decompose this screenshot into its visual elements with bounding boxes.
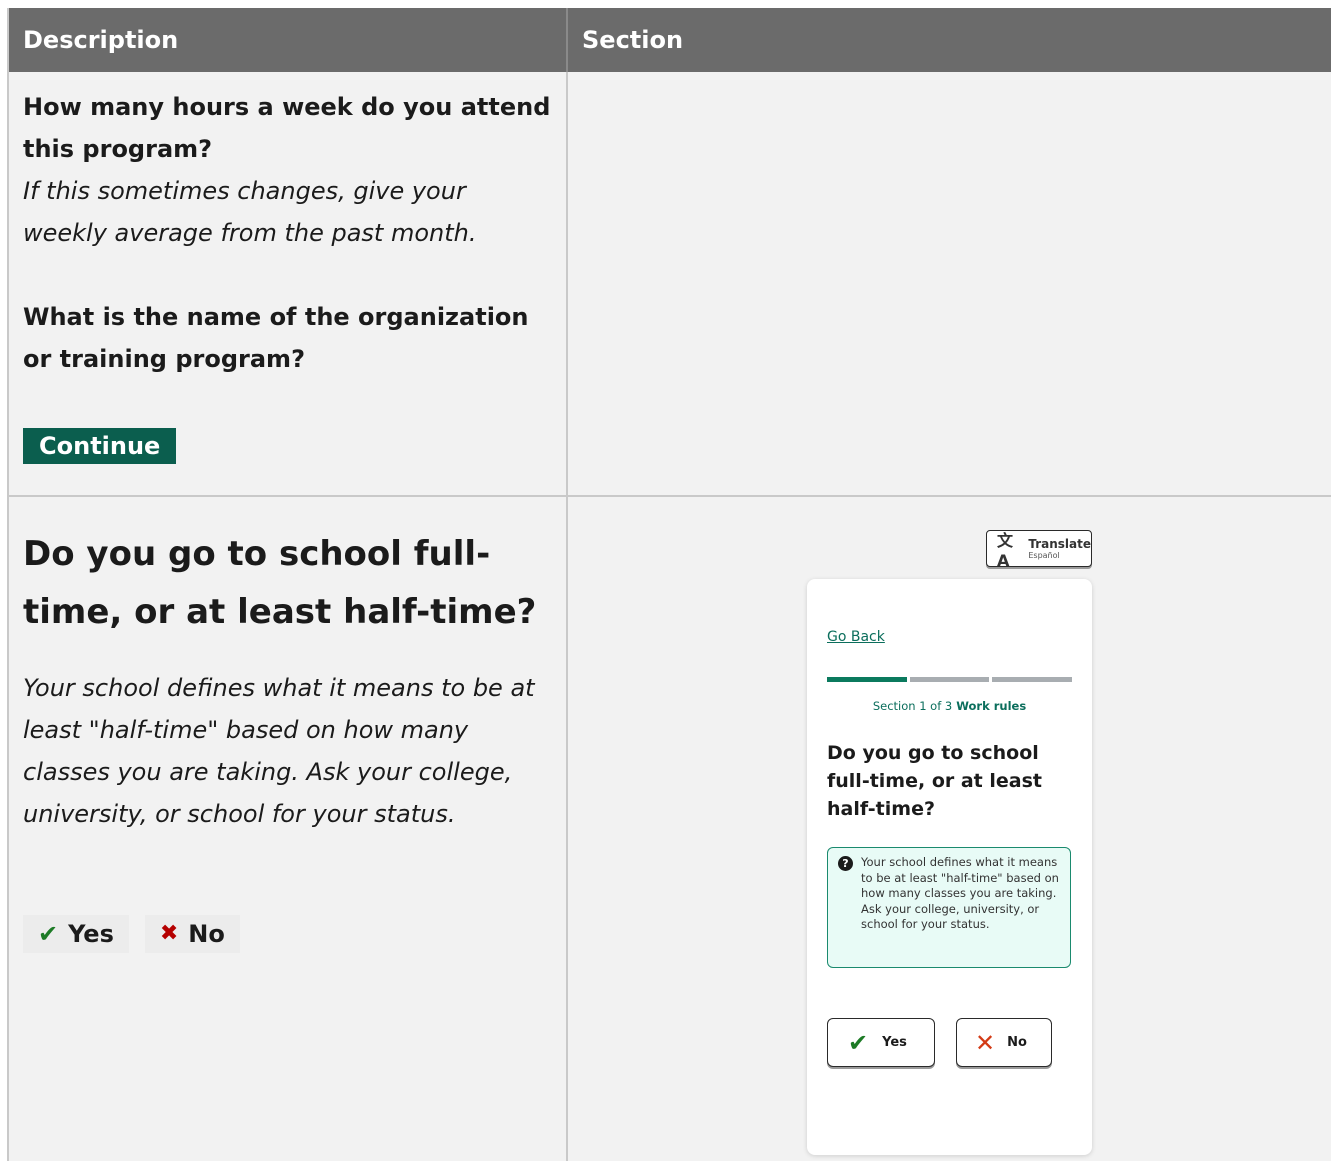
question-mark-icon: ? [838, 856, 853, 871]
design-table: Description Section How many hours a wee… [7, 8, 1331, 1161]
yes-option[interactable]: ✔ Yes [23, 915, 129, 953]
check-icon: ✔ [848, 1028, 869, 1057]
header-description: Description [9, 8, 568, 72]
no-label: No [188, 920, 225, 948]
hours-question: How many hours a week do you attend this… [23, 93, 551, 163]
description-cell: How many hours a week do you attend this… [9, 72, 568, 495]
progress-step [827, 677, 907, 682]
translate-language: Español [1028, 550, 1060, 560]
progress-bar [827, 677, 1073, 682]
hint-text: Your school defines what it means to be … [861, 855, 1059, 931]
hours-hint: If this sometimes changes, give your wee… [23, 177, 477, 247]
card-question: Do you go to school full-time, or at lea… [827, 742, 1042, 820]
continue-button[interactable]: Continue [23, 428, 177, 464]
table-row: Do you go to school full-time, or at lea… [9, 497, 1331, 1161]
progress-step [909, 677, 990, 682]
header-section: Section [582, 26, 684, 54]
no-button[interactable]: ✕ No [956, 1018, 1052, 1067]
school-question: Do you go to school full-time, or at lea… [23, 534, 537, 632]
question-card: Go Back Section 1 of 3 Work rules Do you … [807, 579, 1092, 1155]
hint-box: ? Your school defines what it means to b… [827, 847, 1071, 968]
description-cell: Do you go to school full-time, or at lea… [9, 497, 568, 1161]
yes-label: Yes [68, 920, 114, 948]
section-cell: 文A Translate Español Go Back Section 1 o… [568, 497, 1331, 1161]
no-option[interactable]: ✖ No [144, 915, 240, 953]
check-icon: ✔ [38, 920, 59, 948]
yes-button[interactable]: ✔ Yes [827, 1018, 935, 1067]
translate-label: Translate [1028, 536, 1091, 551]
translate-button[interactable]: 文A Translate Español [986, 530, 1092, 570]
table-row: How many hours a week do you attend this… [9, 72, 1331, 497]
go-back-link[interactable]: Go Back [827, 629, 885, 645]
x-icon: ✕ [975, 1028, 996, 1057]
organization-question: What is the name of the organization or … [23, 303, 529, 373]
answer-options: ✔ Yes ✖ No [23, 915, 240, 953]
section-indicator: Section 1 of 3 Work rules [807, 699, 1092, 713]
section-cell [568, 72, 1331, 495]
section-name: Work rules [956, 699, 1027, 713]
progress-step [992, 677, 1073, 682]
translate-icon: 文A [997, 531, 1014, 570]
no-button-label: No [1007, 1035, 1027, 1050]
school-hint: Your school defines what it means to be … [23, 674, 535, 828]
table-header: Description Section [9, 8, 1331, 72]
x-icon: ✖ [159, 921, 179, 946]
yes-button-label: Yes [882, 1035, 907, 1050]
section-prefix: Section 1 of 3 [872, 699, 953, 713]
